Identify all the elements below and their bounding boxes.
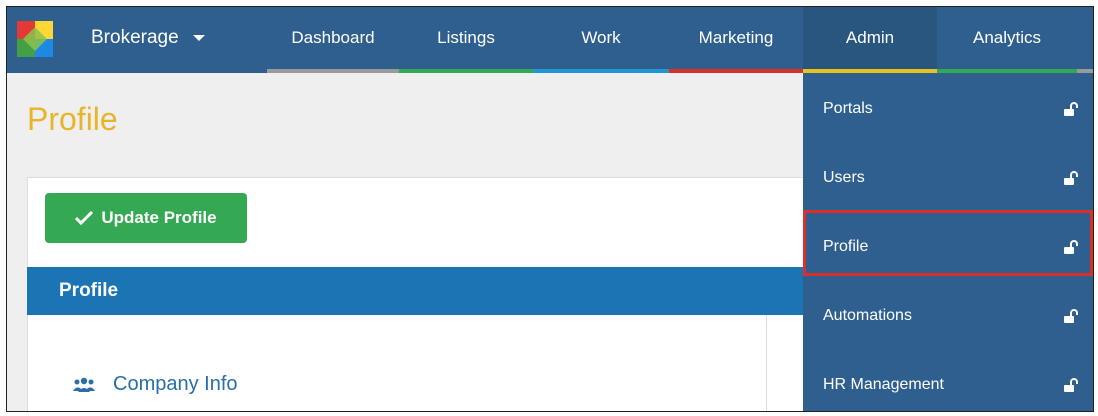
unlock-icon — [1064, 102, 1078, 116]
brand-label: Brokerage — [91, 27, 179, 48]
tab-admin[interactable]: Admin — [803, 7, 937, 73]
highlight-box — [803, 210, 1093, 276]
tab-dashboard[interactable]: Dashboard — [267, 7, 399, 73]
company-info-label: Company Info — [113, 373, 238, 395]
menu-item-automations[interactable]: Automations — [803, 286, 1093, 346]
unlock-icon — [1064, 378, 1078, 392]
menu-item-label: Portals — [823, 100, 873, 117]
tab-label: Work — [581, 28, 621, 47]
column-divider — [766, 315, 767, 411]
tab-marketing[interactable]: Marketing — [669, 7, 803, 73]
menu-item-label: Users — [823, 169, 865, 186]
tab-label: Marketing — [698, 28, 774, 47]
check-icon — [75, 211, 94, 225]
unlock-icon — [1064, 171, 1078, 185]
tab-underline — [267, 69, 399, 73]
tab-label: Admin — [845, 28, 895, 47]
menu-item-hr-management[interactable]: HR Management — [803, 355, 1093, 411]
tab-work[interactable]: Work — [533, 7, 669, 73]
tab-listings[interactable]: Listings — [399, 7, 533, 73]
page-title: Profile — [27, 101, 118, 137]
tab-label: Analytics — [972, 28, 1042, 47]
tab-underline — [399, 69, 533, 73]
menu-item-portals[interactable]: Portals — [803, 79, 1093, 139]
caret-down-icon — [192, 35, 205, 41]
tab-analytics[interactable]: Analytics — [937, 7, 1077, 73]
update-profile-button[interactable]: Update Profile — [45, 193, 247, 243]
app-logo-icon[interactable] — [15, 19, 55, 59]
tab-label: Dashboard — [291, 28, 375, 47]
company-info-link[interactable]: Company Info — [73, 373, 238, 396]
tab-underline — [533, 69, 669, 73]
app-window: Brokerage Dashboard Listings Work Market… — [6, 6, 1094, 412]
tab-underline — [669, 69, 803, 73]
unlock-icon — [1064, 309, 1078, 323]
top-nav: Brokerage Dashboard Listings Work Market… — [7, 7, 1093, 73]
menu-item-users[interactable]: Users — [803, 148, 1093, 208]
tab-overflow[interactable] — [1077, 7, 1093, 73]
brand-dropdown[interactable]: Brokerage — [91, 7, 205, 69]
menu-item-label: Automations — [823, 307, 912, 324]
tab-label: Listings — [437, 28, 495, 47]
update-profile-label: Update Profile — [101, 208, 217, 227]
section-header-label: Profile — [59, 280, 119, 301]
menu-item-label: HR Management — [823, 376, 944, 393]
profile-section-header: Profile — [27, 267, 817, 315]
users-icon — [73, 377, 95, 392]
